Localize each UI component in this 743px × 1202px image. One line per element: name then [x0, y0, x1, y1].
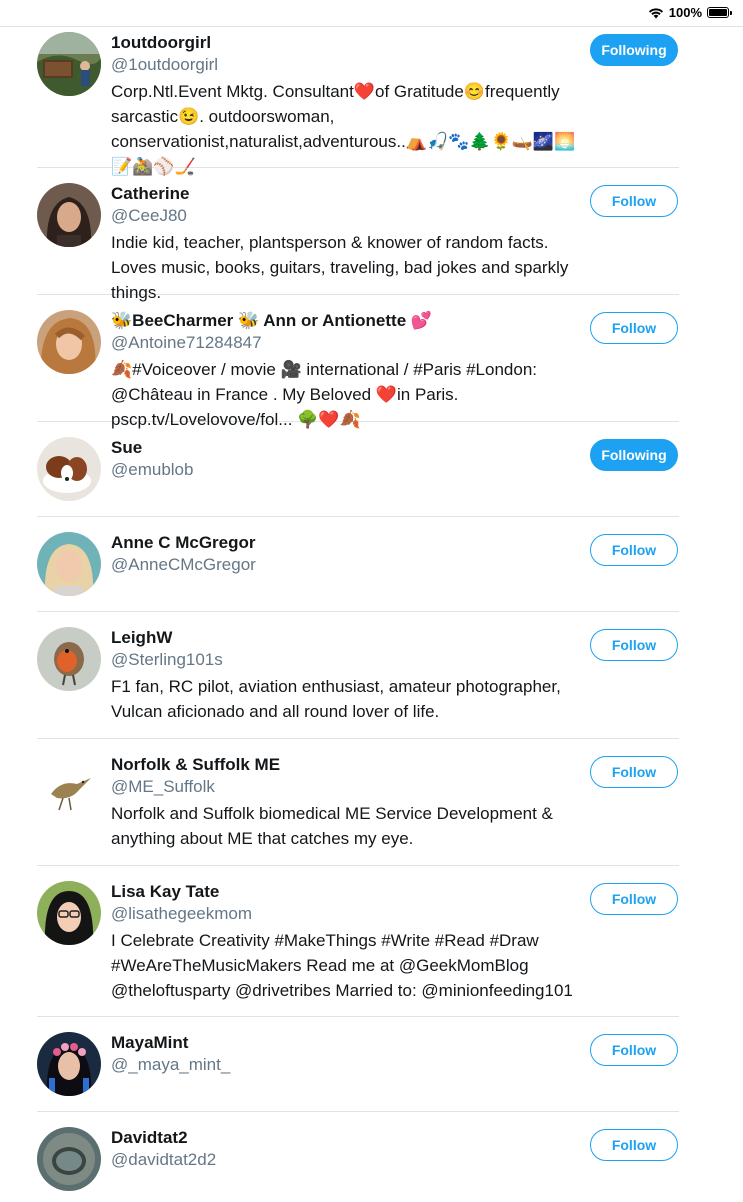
avatar[interactable]	[37, 627, 101, 691]
follow-button[interactable]: Follow	[590, 312, 678, 344]
user-name[interactable]: LeighW	[111, 627, 587, 649]
wifi-icon	[648, 7, 663, 18]
list-item[interactable]: 1outdoorgirl @1outdoorgirl Corp.Ntl.Even…	[37, 27, 679, 176]
follow-button[interactable]: Follow	[590, 1034, 678, 1066]
user-handle[interactable]: @1outdoorgirl	[111, 54, 587, 76]
avatar[interactable]	[37, 437, 101, 501]
user-name[interactable]: 🐝BeeCharmer 🐝 Ann or Antionette 💕	[111, 310, 587, 332]
follow-button[interactable]: Follow	[590, 883, 678, 915]
user-list: 1outdoorgirl @1outdoorgirl Corp.Ntl.Even…	[0, 27, 743, 1202]
list-item[interactable]: Catherine @CeeJ80 Indie kid, teacher, pl…	[37, 168, 679, 302]
user-handle[interactable]: @lisathegeekmom	[111, 903, 587, 925]
avatar[interactable]	[37, 310, 101, 374]
battery-icon	[707, 7, 732, 18]
user-handle[interactable]: @Sterling101s	[111, 649, 587, 671]
user-handle[interactable]: @ME_Suffolk	[111, 776, 587, 798]
user-handle[interactable]: @CeeJ80	[111, 205, 587, 227]
avatar[interactable]	[37, 754, 101, 818]
following-button[interactable]: Following	[590, 439, 678, 471]
user-handle[interactable]: @emublob	[111, 459, 587, 481]
user-name[interactable]: Anne C McGregor	[111, 532, 587, 554]
list-item[interactable]: Norfolk & Suffolk ME @ME_Suffolk Norfolk…	[37, 739, 679, 866]
status-indicators: 100%	[648, 5, 732, 20]
status-bar: 100%	[0, 0, 743, 27]
user-handle[interactable]: @AnneCMcGregor	[111, 554, 587, 576]
user-bio: I Celebrate Creativity #MakeThings #Writ…	[111, 931, 573, 1000]
avatar[interactable]	[37, 1032, 101, 1096]
list-item[interactable]: 🐝BeeCharmer 🐝 Ann or Antionette 💕 @Antoi…	[37, 295, 679, 429]
user-name[interactable]: Sue	[111, 437, 587, 459]
user-bio: 🍂#Voiceover / movie 🎥 international / #P…	[111, 360, 538, 429]
following-button[interactable]: Following	[590, 34, 678, 66]
list-item[interactable]: MayaMint @_maya_mint_ Follow	[37, 1017, 679, 1112]
user-name[interactable]: Davidtat2	[111, 1127, 587, 1149]
avatar[interactable]	[37, 881, 101, 945]
user-bio: Indie kid, teacher, plantsperson & knowe…	[111, 233, 569, 302]
user-handle[interactable]: @_maya_mint_	[111, 1054, 587, 1076]
user-name[interactable]: 1outdoorgirl	[111, 32, 587, 54]
follow-button[interactable]: Follow	[590, 756, 678, 788]
user-name[interactable]: Lisa Kay Tate	[111, 881, 587, 903]
list-item[interactable]: Davidtat2 @davidtat2d2 Follow	[37, 1112, 679, 1202]
list-item[interactable]: LeighW @Sterling101s F1 fan, RC pilot, a…	[37, 612, 679, 739]
user-name[interactable]: Catherine	[111, 183, 587, 205]
list-item[interactable]: Lisa Kay Tate @lisathegeekmom I Celebrat…	[37, 866, 679, 1017]
avatar[interactable]	[37, 1127, 101, 1191]
user-bio: Norfolk and Suffolk biomedical ME Servic…	[111, 804, 553, 848]
avatar[interactable]	[37, 183, 101, 247]
avatar[interactable]	[37, 532, 101, 596]
list-item[interactable]: Anne C McGregor @AnneCMcGregor Follow	[37, 517, 679, 612]
user-name[interactable]: MayaMint	[111, 1032, 587, 1054]
list-item[interactable]: Sue @emublob Following	[37, 422, 679, 517]
follow-button[interactable]: Follow	[590, 534, 678, 566]
avatar[interactable]	[37, 32, 101, 96]
follow-button[interactable]: Follow	[590, 629, 678, 661]
user-name[interactable]: Norfolk & Suffolk ME	[111, 754, 587, 776]
follow-button[interactable]: Follow	[590, 185, 678, 217]
user-handle[interactable]: @Antoine71284847	[111, 332, 587, 354]
user-bio: F1 fan, RC pilot, aviation enthusiast, a…	[111, 677, 561, 721]
user-handle[interactable]: @davidtat2d2	[111, 1149, 587, 1171]
follow-button[interactable]: Follow	[590, 1129, 678, 1161]
battery-percent: 100%	[668, 5, 702, 20]
user-bio: Corp.Ntl.Event Mktg. Consultant❤️of Grat…	[111, 82, 576, 176]
